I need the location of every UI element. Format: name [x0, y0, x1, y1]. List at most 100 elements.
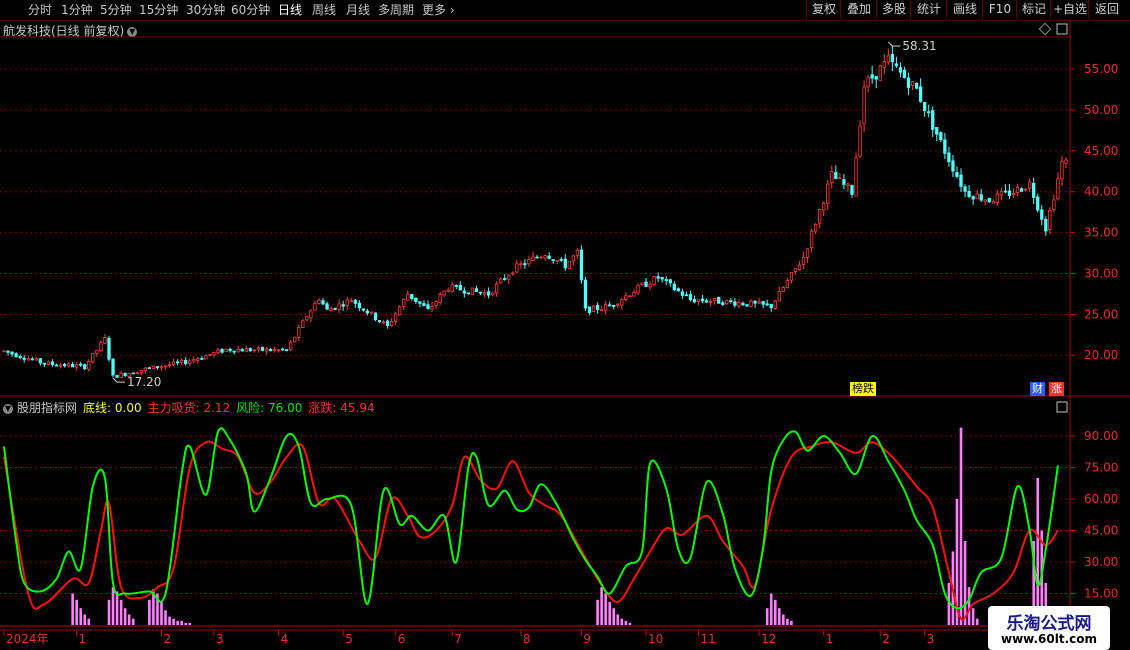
candle-body	[333, 307, 337, 310]
candle-body	[1032, 182, 1036, 198]
candle-body	[789, 272, 794, 281]
candle-body	[1044, 218, 1048, 232]
price-annotation-label: 58.31	[902, 39, 936, 53]
candle-body	[939, 132, 943, 141]
accumulation-bar	[967, 587, 971, 625]
candle-body	[608, 304, 612, 307]
candle-body	[26, 358, 30, 361]
candle-body	[212, 352, 216, 356]
candle-body	[236, 348, 240, 353]
candle-body	[1056, 178, 1060, 200]
candle-body	[337, 303, 341, 310]
candle-body	[826, 183, 830, 204]
candle-body	[511, 272, 515, 275]
candle-body	[252, 349, 257, 352]
accumulation-bar	[71, 593, 74, 625]
candle-body	[979, 194, 983, 201]
candle-body	[345, 299, 349, 306]
candle-body	[599, 308, 604, 311]
candle-body	[591, 305, 596, 312]
candle-body	[155, 366, 160, 369]
candle-body	[818, 209, 822, 224]
candle-body	[357, 302, 361, 309]
candle-body	[349, 300, 353, 303]
candle-body	[507, 274, 511, 280]
candle-body	[721, 302, 725, 305]
candle-body	[559, 258, 563, 261]
candle-body	[385, 320, 390, 327]
accumulation-bar	[628, 622, 632, 625]
candle-body	[971, 196, 975, 200]
price-annotation-arrow	[887, 41, 901, 47]
candle-body	[761, 301, 765, 305]
ind-y-tick-label: 15.00	[1084, 587, 1118, 601]
x-tick-label: 1	[826, 632, 834, 646]
candle-body	[131, 372, 135, 375]
candle-body	[494, 283, 499, 294]
candle-body	[809, 230, 814, 249]
candle-body	[381, 321, 386, 324]
accumulation-bar	[107, 599, 111, 625]
candle-body	[192, 359, 196, 362]
candle-body	[143, 367, 147, 371]
candle-body	[244, 348, 248, 353]
candle-body	[967, 190, 971, 197]
candle-body	[115, 375, 119, 378]
ind-y-tick-label: 60.00	[1084, 492, 1118, 506]
accumulation-bar	[975, 618, 979, 625]
candle-body	[200, 357, 204, 360]
candle-body	[123, 372, 127, 376]
x-tick-label: 12	[761, 632, 776, 646]
candle-body	[196, 358, 200, 361]
candle-body	[547, 255, 551, 259]
accumulation-bar	[115, 591, 119, 625]
accumulation-bar	[620, 618, 624, 625]
candle-body	[563, 258, 567, 269]
accumulation-bar	[131, 618, 135, 625]
candle-body	[680, 291, 685, 296]
candle-body	[30, 358, 34, 361]
candle-body	[42, 362, 47, 365]
accumulation-bar	[624, 620, 628, 625]
watermark-url: www.60lt.com	[1000, 632, 1098, 646]
candle-body	[301, 320, 305, 328]
candle-body	[159, 366, 164, 369]
candle-body	[410, 294, 414, 299]
accumulation-bar	[180, 620, 183, 625]
candle-body	[660, 276, 664, 280]
candle-body	[842, 179, 846, 185]
candle-body	[555, 259, 559, 262]
candle-body	[777, 290, 781, 302]
candle-body	[575, 249, 580, 256]
candle-body	[450, 284, 454, 292]
candle-body	[870, 74, 874, 79]
candle-body	[947, 152, 951, 163]
candle-body	[644, 281, 648, 287]
accumulation-bar	[172, 618, 175, 625]
candle-body	[248, 348, 252, 352]
candle-body	[838, 177, 842, 180]
candle-body	[369, 311, 374, 314]
candle-body	[959, 174, 963, 187]
accumulation-bar	[616, 614, 620, 625]
candle-body	[38, 358, 42, 364]
candle-body	[208, 353, 212, 356]
candle-body	[434, 301, 438, 306]
zhang-badge[interactable]: 涨	[1049, 382, 1064, 396]
candle-body	[886, 55, 890, 63]
main-y-tick-label: 25.00	[1084, 307, 1118, 321]
watermark: 乐淘公式网 www.60lt.com	[988, 606, 1110, 650]
candle-body	[567, 260, 571, 269]
bang-badge[interactable]: 榜跌	[850, 382, 876, 396]
accumulation-bar	[79, 608, 83, 625]
candle-body	[935, 127, 939, 135]
candle-body	[377, 320, 382, 322]
accumulation-bar	[600, 587, 603, 625]
accumulation-bar	[184, 622, 188, 625]
candle-body	[297, 327, 301, 338]
cai-badge[interactable]: 财	[1030, 382, 1045, 396]
candle-body	[551, 259, 555, 262]
candle-body	[305, 316, 309, 321]
candle-body	[765, 303, 769, 306]
accumulation-bar	[778, 608, 781, 625]
